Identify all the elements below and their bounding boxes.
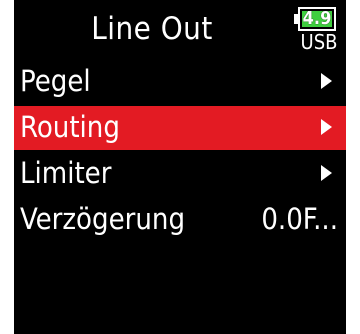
menu-item-label: Pegel [20, 64, 91, 98]
header: Line Out 4.9 USB [14, 0, 346, 58]
menu-item-verzoegerung[interactable]: Verzögerung 0.0F... [14, 198, 346, 242]
power-source-label: USB [300, 30, 338, 54]
chevron-right-icon [321, 73, 332, 89]
menu-item-label: Verzögerung [20, 202, 186, 236]
page-title: Line Out [91, 11, 213, 47]
menu-list: Pegel Routing Limiter Verzögerung 0.0F..… [14, 60, 346, 244]
menu-item-label: Routing [20, 110, 120, 144]
battery-indicator: 4.9 USB [294, 7, 340, 54]
menu-item-pegel[interactable]: Pegel [14, 60, 346, 104]
menu-item-value: 0.0F... [261, 202, 338, 236]
device-screen: Line Out 4.9 USB Pegel Routing Limiter V… [14, 0, 346, 334]
menu-item-routing[interactable]: Routing [14, 106, 346, 150]
chevron-right-icon [321, 165, 332, 181]
menu-item-label: Limiter [20, 156, 112, 190]
battery-value: 4.9 [302, 8, 332, 29]
menu-item-limiter[interactable]: Limiter [14, 152, 346, 196]
chevron-right-icon [321, 119, 332, 135]
